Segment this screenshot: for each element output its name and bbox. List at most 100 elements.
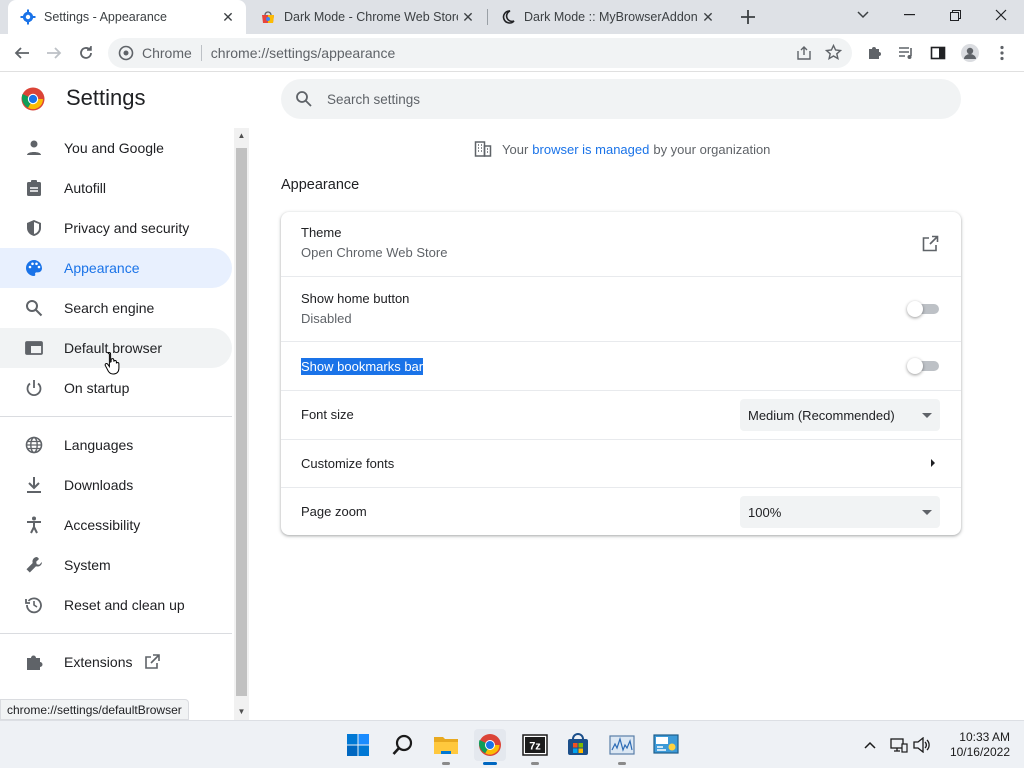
windows-taskbar: 7z 10:33 AM 10/16/2022 xyxy=(0,720,1024,768)
power-icon xyxy=(24,378,44,398)
sidebar-item-languages[interactable]: Languages xyxy=(0,425,232,465)
store-icon[interactable] xyxy=(562,729,594,761)
more-menu-icon[interactable] xyxy=(988,39,1016,67)
show-hidden-icons-chevron-up-icon[interactable] xyxy=(858,721,882,768)
palette-icon xyxy=(24,258,44,278)
browser-managed-link[interactable]: browser is managed xyxy=(532,142,649,157)
font-size-select[interactable]: Medium (Recommended) xyxy=(740,399,940,431)
building-icon xyxy=(474,140,492,158)
sidebar-item-label: Autofill xyxy=(64,180,107,196)
managed-notice: Your browser is managed by your organiza… xyxy=(474,140,770,158)
search-settings-field[interactable]: Search settings xyxy=(281,79,961,119)
managed-prefix: Your xyxy=(502,141,529,157)
media-queue-icon[interactable] xyxy=(892,39,920,67)
side-panel-icon[interactable] xyxy=(924,39,952,67)
tab-search-icon[interactable] xyxy=(840,0,886,30)
sidebar-item-reset-and-clean-up[interactable]: Reset and clean up xyxy=(0,585,232,625)
bookmarks-bar-toggle[interactable] xyxy=(907,358,939,374)
site-label: Chrome xyxy=(142,45,192,61)
tab-title: Dark Mode :: MyBrowserAddon xyxy=(524,10,698,24)
close-window-button[interactable] xyxy=(978,0,1024,30)
url-text[interactable]: chrome://settings/appearance xyxy=(211,45,395,61)
address-bar[interactable]: Chrome chrome://settings/appearance xyxy=(108,38,852,68)
search-icon xyxy=(295,90,313,108)
sidebar-item-accessibility[interactable]: Accessibility xyxy=(0,505,232,545)
scroll-down-arrow[interactable]: ▼ xyxy=(236,706,247,718)
tab-dark-mode-addon[interactable]: Dark Mode :: MyBrowserAddon ✕ xyxy=(488,0,726,34)
sidebar-divider xyxy=(0,416,232,417)
restore-button[interactable] xyxy=(932,0,978,30)
sidebar-item-label: Accessibility xyxy=(64,517,141,533)
control-panel-icon[interactable] xyxy=(650,729,682,761)
svg-text:7z: 7z xyxy=(529,741,541,753)
search-icon xyxy=(24,298,44,318)
home-button-label: Show home button xyxy=(301,291,410,306)
theme-label: Theme xyxy=(301,225,342,240)
sidebar-item-you-and-google[interactable]: You and Google xyxy=(0,128,232,168)
volume-icon[interactable] xyxy=(910,721,934,768)
sidebar-item-label: Reset and clean up xyxy=(64,597,185,613)
back-button[interactable] xyxy=(8,39,36,67)
show-home-button-row[interactable]: Show home button Disabled xyxy=(281,276,961,341)
sidebar-item-extensions[interactable]: Extensions xyxy=(0,642,232,682)
section-title-appearance: Appearance xyxy=(281,177,360,193)
chevron-right-icon xyxy=(931,459,935,467)
close-tab-icon[interactable]: ✕ xyxy=(218,7,238,27)
search-icon[interactable] xyxy=(387,729,419,761)
sidebar-item-label: Downloads xyxy=(64,477,134,493)
scroll-up-arrow[interactable]: ▲ xyxy=(236,130,247,142)
sidebar-item-privacy-and-security[interactable]: Privacy and security xyxy=(0,208,232,248)
show-bookmarks-bar-row[interactable]: Show bookmarks bar xyxy=(281,341,961,390)
scrollbar-thumb[interactable] xyxy=(236,148,247,696)
file-explorer-icon[interactable] xyxy=(430,729,462,765)
sidebar-scrollbar[interactable]: ▲ ▼ xyxy=(234,128,249,720)
profile-avatar-icon[interactable] xyxy=(956,39,984,67)
sidebar-item-downloads[interactable]: Downloads xyxy=(0,465,232,505)
page-zoom-select[interactable]: 100% xyxy=(740,496,940,528)
sidebar-item-system[interactable]: System xyxy=(0,545,232,585)
close-tab-icon[interactable]: ✕ xyxy=(698,7,718,27)
accessibility-icon xyxy=(24,515,44,535)
clock-date: 10/16/2022 xyxy=(949,745,1010,759)
windows-start-icon[interactable] xyxy=(342,729,374,761)
forward-button[interactable] xyxy=(40,39,68,67)
globe-icon xyxy=(24,435,44,455)
share-icon[interactable] xyxy=(796,45,812,64)
webstore-icon xyxy=(260,9,276,25)
home-button-sublabel: Disabled xyxy=(301,311,352,326)
close-tab-icon[interactable]: ✕ xyxy=(458,7,478,27)
home-button-toggle[interactable] xyxy=(907,301,939,317)
new-tab-button[interactable] xyxy=(736,5,760,29)
sidebar-item-appearance[interactable]: Appearance xyxy=(0,248,232,288)
history-icon xyxy=(24,595,44,615)
reload-button[interactable] xyxy=(72,39,100,67)
theme-sublabel: Open Chrome Web Store xyxy=(301,245,448,260)
7zip-icon[interactable]: 7z xyxy=(519,729,551,765)
system-clock[interactable]: 10:33 AM 10/16/2022 xyxy=(940,730,1010,760)
chrome-icon[interactable] xyxy=(474,729,506,765)
sidebar-item-search-engine[interactable]: Search engine xyxy=(0,288,232,328)
sidebar-item-autofill[interactable]: Autofill xyxy=(0,168,232,208)
extensions-puzzle-icon[interactable] xyxy=(860,39,888,67)
sidebar-item-label: Appearance xyxy=(64,260,140,276)
person-icon xyxy=(24,138,44,158)
moon-icon xyxy=(500,9,516,25)
tab-dark-mode-web-store[interactable]: Dark Mode - Chrome Web Store ✕ xyxy=(248,0,486,34)
gear-icon xyxy=(20,9,36,25)
open-in-new-icon[interactable] xyxy=(922,235,939,257)
tab-strip: Settings - Appearance ✕ Dark Mode - Chro… xyxy=(0,0,1024,34)
sidebar-item-label: On startup xyxy=(64,380,130,396)
monitor-app-icon[interactable] xyxy=(606,729,638,765)
tab-settings-appearance[interactable]: Settings - Appearance ✕ xyxy=(8,0,246,34)
theme-row[interactable]: Theme Open Chrome Web Store xyxy=(281,212,961,276)
minimize-button[interactable] xyxy=(886,0,932,30)
browser-toolbar: Chrome chrome://settings/appearance xyxy=(0,34,1024,72)
tab-title: Settings - Appearance xyxy=(44,10,167,24)
sidebar-divider xyxy=(0,633,232,634)
network-icon[interactable] xyxy=(888,721,910,768)
sidebar-item-label: System xyxy=(64,557,111,573)
bookmarks-bar-label: Show bookmarks bar xyxy=(301,358,424,375)
customize-fonts-row[interactable]: Customize fonts xyxy=(281,439,961,487)
bookmark-star-icon[interactable] xyxy=(824,43,843,64)
running-indicator xyxy=(442,762,450,765)
